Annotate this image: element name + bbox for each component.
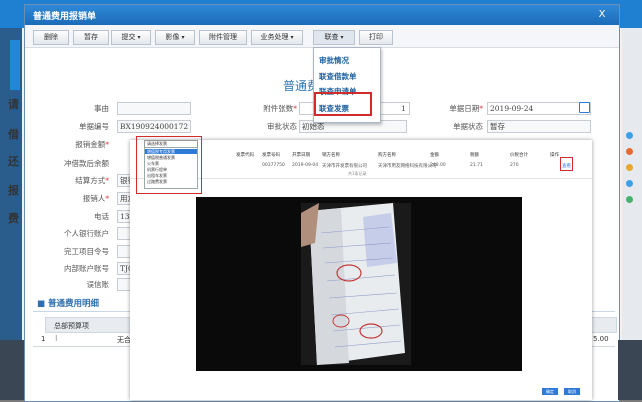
bank-label: 个人银行账户 — [64, 229, 109, 238]
row-expand-icon[interactable]: ⁝ — [55, 334, 58, 343]
column-header: 购方名称 — [378, 153, 396, 158]
link-button[interactable]: 联查 ▾ — [313, 30, 355, 45]
confirm-button[interactable]: 确定 — [542, 388, 558, 395]
bg-side-label: 费 — [8, 212, 19, 225]
amount-label: 报销金额* — [45, 139, 109, 150]
attachment-button[interactable]: 附件管理 — [199, 30, 247, 45]
reason-label: 误信账 — [86, 280, 110, 289]
status-dot — [626, 164, 633, 171]
background-sidebar-highlight — [10, 40, 20, 90]
settle-label-text: 结算方式 — [75, 176, 106, 185]
column-header: 操作 — [550, 153, 559, 158]
project-label: 完工项目令号 — [64, 247, 109, 256]
bg-side-label: 还 — [8, 155, 19, 168]
amount-label-text: 报销金额 — [75, 140, 106, 149]
business-label: 业务处理 — [260, 33, 289, 41]
table-cell: 00377750 — [262, 163, 285, 168]
bill-status-field: 暂存 — [487, 120, 591, 133]
column-header: 发票号码 — [262, 153, 280, 158]
offset-label: 冲借款后余额 — [64, 159, 109, 168]
highlight-box — [560, 157, 573, 171]
required-mark: * — [105, 194, 109, 203]
chevron-down-icon: ▾ — [290, 34, 294, 41]
column-header: 发票代码 — [236, 153, 254, 158]
background-footer — [618, 340, 642, 400]
required-mark: * — [293, 104, 297, 113]
bg-side-label: 请 — [8, 98, 19, 111]
chevron-down-icon: ▾ — [137, 34, 141, 41]
image-label: 影像 — [165, 33, 180, 41]
inner-account-label: 内部账户账号 — [64, 264, 109, 273]
column-header: 开票日期 — [292, 153, 310, 158]
table-header-label: 总部预算项 — [54, 322, 89, 330]
attach-count-label-text: 附件张数 — [263, 104, 294, 113]
column-header: 金额 — [430, 153, 439, 158]
dialog-titlebar: 普通费用报销单 X — [25, 5, 619, 25]
table-cell: 2019-09-04 — [292, 163, 319, 168]
person-label-text: 报销人 — [82, 194, 106, 203]
date-label: 单据日期* — [429, 103, 483, 114]
menu-item-approval[interactable]: 审批情况 — [319, 55, 349, 66]
cancel-button[interactable]: 取消 — [564, 388, 580, 395]
business-button[interactable]: 业务处理 ▾ — [251, 30, 303, 45]
bill-status-label: 单据状态 — [453, 122, 483, 131]
column-header: 价税合计 — [510, 153, 528, 158]
bullet-icon: ■ — [37, 299, 48, 309]
invoice-popup: 请选择发票 增值税专用发票 增值税普通发票 火车票 机票行程单 出租车发票 过路… — [130, 136, 592, 400]
image-button[interactable]: 影像 ▾ — [155, 30, 195, 45]
status-dot — [626, 132, 633, 139]
required-mark: * — [105, 140, 109, 149]
close-icon[interactable]: X — [595, 8, 609, 21]
bill-no-label: 单据编号 — [79, 122, 109, 131]
chevron-down-icon: ▾ — [181, 34, 185, 41]
settle-label: 结算方式* — [45, 175, 109, 186]
column-header: 销方名称 — [322, 153, 340, 158]
status-dot — [626, 196, 633, 203]
table-cell: 天津市用友网络科技有限公司 — [378, 164, 437, 169]
highlight-box — [314, 92, 372, 116]
attach-count-label: 附件张数* — [239, 103, 297, 114]
record-count: 共1条记录 — [348, 171, 367, 176]
person-label: 报销人* — [45, 193, 109, 204]
table-cell: 天津市开发票有限公司 — [322, 164, 367, 169]
subject-field[interactable] — [117, 102, 191, 115]
bg-side-label: 借 — [8, 128, 19, 141]
submit-label: 提交 — [121, 33, 136, 41]
table-cell: 21.71 — [470, 163, 483, 168]
row-right-value: 5.00 — [593, 335, 609, 343]
submit-button[interactable]: 提交 ▾ — [111, 30, 151, 45]
required-mark: * — [105, 176, 109, 185]
column-header: 税额 — [470, 153, 479, 158]
highlight-box — [136, 136, 202, 194]
phone-label: 电话 — [94, 212, 109, 221]
link-label: 联查 — [324, 33, 339, 41]
status-dot — [626, 180, 633, 187]
print-button[interactable]: 打印 — [359, 30, 393, 45]
toolbar: 删除 暂存 提交 ▾ 影像 ▾ 附件管理 业务处理 ▾ 联查 ▾ 打印 — [25, 25, 619, 48]
bg-side-label: 报 — [8, 184, 19, 197]
chevron-down-icon: ▾ — [340, 34, 344, 41]
section-title-text: 普通费用明细 — [48, 299, 100, 309]
invoice-photo — [301, 203, 411, 365]
bill-no-field: BX190924000172 — [117, 120, 191, 133]
table-cell: 270 — [510, 163, 519, 168]
section-title: ■ 普通费用明细 — [37, 297, 99, 309]
row-number: 1 — [41, 335, 46, 343]
approve-status-label: 审批状态 — [267, 122, 297, 131]
menu-item-loan[interactable]: 联查借款单 — [319, 71, 357, 82]
background-footer — [0, 340, 24, 400]
table-cell: 248.00 — [430, 163, 446, 168]
required-mark: * — [479, 104, 483, 113]
delete-button[interactable]: 删除 — [33, 30, 69, 45]
dialog-title: 普通费用报销单 — [33, 12, 97, 22]
status-dot — [626, 148, 633, 155]
calendar-icon[interactable] — [579, 102, 590, 113]
subject-label: 事由 — [94, 104, 109, 113]
save-button[interactable]: 暂存 — [73, 30, 109, 45]
date-field[interactable]: 2019-09-24 — [487, 102, 591, 115]
date-label-text: 单据日期 — [449, 104, 480, 113]
invoice-image-viewer — [196, 197, 522, 371]
